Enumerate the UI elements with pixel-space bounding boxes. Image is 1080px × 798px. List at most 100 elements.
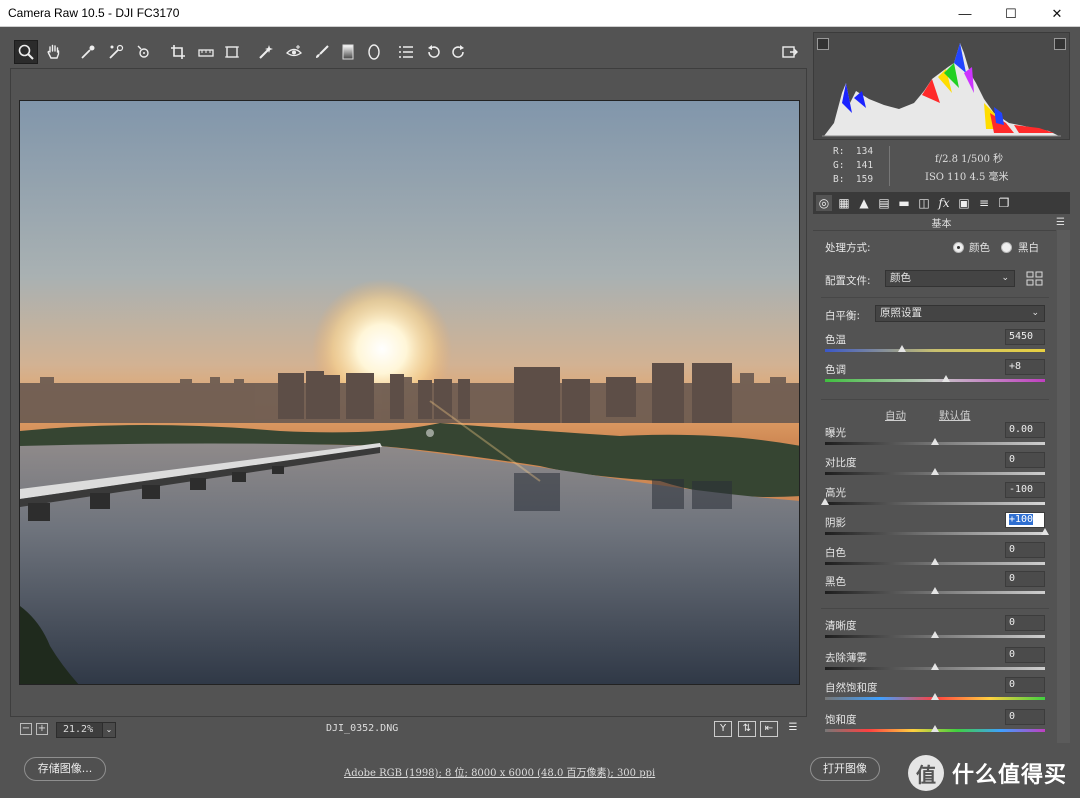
- slider-track[interactable]: [825, 349, 1045, 352]
- slider-thumb[interactable]: [931, 558, 939, 565]
- hand-tool-icon[interactable]: [42, 40, 66, 64]
- slider-thumb[interactable]: [898, 345, 906, 352]
- slider-thumb[interactable]: [931, 693, 939, 700]
- filename-label: DJI_0352.DNG: [326, 723, 399, 734]
- rotate-ccw-icon[interactable]: [422, 40, 446, 64]
- slider-value: 0: [1009, 573, 1016, 584]
- before-after-y-button[interactable]: Y: [714, 721, 732, 737]
- auto-link[interactable]: 自动: [885, 408, 906, 423]
- slider-value-field[interactable]: 0: [1005, 615, 1045, 631]
- slider-thumb[interactable]: [931, 725, 939, 732]
- slider-track[interactable]: [825, 502, 1045, 505]
- open-image-button[interactable]: 打开图像: [810, 757, 880, 781]
- graduated-filter-icon[interactable]: [336, 40, 360, 64]
- slider-thumb[interactable]: [931, 438, 939, 445]
- slider-label: 黑色: [825, 576, 846, 588]
- slider-value: 0: [1009, 711, 1016, 722]
- spot-removal-icon[interactable]: [254, 40, 278, 64]
- panel-scrollbar[interactable]: [1057, 230, 1070, 743]
- slider-label: 自然饱和度: [825, 682, 878, 694]
- watermark-brand: 值 什么值得买: [908, 753, 1078, 793]
- image-preview-area: [10, 68, 807, 717]
- profile-browser-icon[interactable]: [1025, 269, 1045, 289]
- slider-thumb[interactable]: [942, 375, 950, 382]
- basic-panel: 处理方式: 颜色 黑白 配置文件: 颜色 ⌄ 白平衡: 原照设置 ⌄ 色温 5450 色…: [813, 230, 1056, 743]
- slider-thumb[interactable]: [931, 631, 939, 638]
- preferences-icon[interactable]: [394, 40, 418, 64]
- slider-thumb[interactable]: [821, 498, 829, 505]
- tab-calibration-icon[interactable]: ▣: [956, 195, 972, 211]
- image-footer-bar: − + 21.2% ⌄ DJI_0352.DNG Y ⇅ ⇤ ☰: [10, 717, 807, 743]
- slider-thumb[interactable]: [931, 587, 939, 594]
- slider-value: 0: [1009, 649, 1016, 660]
- crop-tool-icon[interactable]: [166, 40, 190, 64]
- tab-lens-icon[interactable]: ◫: [916, 195, 932, 211]
- treatment-bw-label: 黑白: [1018, 242, 1039, 254]
- color-sampler-icon[interactable]: [104, 40, 128, 64]
- slider-value: 5450: [1009, 331, 1034, 342]
- transform-tool-icon[interactable]: [220, 40, 244, 64]
- save-image-button[interactable]: 存储图像...: [24, 757, 106, 781]
- profile-dropdown[interactable]: 颜色 ⌄: [885, 270, 1015, 287]
- slider-value: +100: [1009, 514, 1034, 525]
- slider-value-field[interactable]: 0: [1005, 571, 1045, 587]
- panel-menu-icon[interactable]: ☰: [1056, 217, 1065, 228]
- tab-effects-icon[interactable]: fx: [936, 195, 952, 211]
- slider-value: 0.00: [1009, 424, 1034, 435]
- slider-label: 去除薄雾: [825, 652, 867, 664]
- treatment-color-radio[interactable]: [953, 242, 964, 253]
- chevron-down-icon: ⌄: [1031, 308, 1039, 318]
- copy-settings-icon[interactable]: ⇤: [760, 721, 778, 737]
- histogram: [813, 32, 1070, 140]
- preview-preferences-icon[interactable]: ☰: [784, 721, 802, 737]
- targeted-adjustment-icon[interactable]: [132, 40, 156, 64]
- photo-preview[interactable]: [19, 100, 800, 685]
- minimize-button[interactable]: —: [942, 0, 988, 27]
- tab-presets-icon[interactable]: ≡: [976, 195, 992, 211]
- slider-value-field[interactable]: -100: [1005, 482, 1045, 498]
- slider-label: 清晰度: [825, 620, 857, 632]
- fullscreen-toggle-icon[interactable]: [778, 40, 802, 64]
- zoom-dropdown-icon[interactable]: ⌄: [102, 722, 116, 738]
- white-balance-icon[interactable]: [76, 40, 100, 64]
- red-eye-icon[interactable]: [282, 40, 306, 64]
- slider-label: 白色: [825, 547, 846, 559]
- tab-snapshots-icon[interactable]: ❐: [996, 195, 1012, 211]
- zoom-in-button[interactable]: +: [36, 723, 48, 735]
- slider-value-field[interactable]: 5450: [1005, 329, 1045, 345]
- slider-value-field[interactable]: 0: [1005, 452, 1045, 468]
- slider-value-field[interactable]: 0: [1005, 647, 1045, 663]
- swap-settings-icon[interactable]: ⇅: [738, 721, 756, 737]
- straighten-tool-icon[interactable]: [194, 40, 218, 64]
- radial-filter-icon[interactable]: [362, 40, 386, 64]
- slider-thumb[interactable]: [1041, 528, 1049, 535]
- slider-thumb[interactable]: [931, 468, 939, 475]
- slider-value-field[interactable]: +100: [1005, 512, 1045, 528]
- slider-track[interactable]: [825, 532, 1045, 535]
- slider-value-field[interactable]: 0: [1005, 677, 1045, 693]
- zoom-tool-icon[interactable]: [14, 40, 38, 64]
- tab-hsl-icon[interactable]: ▤: [876, 195, 892, 211]
- rotate-cw-icon[interactable]: [446, 40, 470, 64]
- wb-dropdown[interactable]: 原照设置 ⌄: [875, 305, 1045, 322]
- slider-value-field[interactable]: 0: [1005, 709, 1045, 725]
- treatment-bw-radio[interactable]: [1001, 242, 1012, 253]
- workflow-options-link[interactable]: Adobe RGB (1998); 8 位; 8000 x 6000 (48.0…: [344, 764, 655, 779]
- tab-split-toning-icon[interactable]: ▬: [896, 195, 912, 211]
- zoom-out-button[interactable]: −: [20, 723, 32, 735]
- profile-value: 颜色: [890, 272, 911, 284]
- tab-basic-icon[interactable]: ◎: [816, 195, 832, 211]
- slider-value-field[interactable]: 0: [1005, 542, 1045, 558]
- slider-value-field[interactable]: +8: [1005, 359, 1045, 375]
- slider-value-field[interactable]: 0.00: [1005, 422, 1045, 438]
- adjustment-brush-icon[interactable]: [310, 40, 334, 64]
- slider-track[interactable]: [825, 379, 1045, 382]
- slider-thumb[interactable]: [931, 663, 939, 670]
- default-link[interactable]: 默认值: [939, 408, 971, 423]
- readout-divider: [889, 146, 890, 186]
- close-button[interactable]: ✕: [1034, 0, 1080, 27]
- tab-detail-icon[interactable]: ▲: [856, 195, 872, 211]
- tab-tone-curve-icon[interactable]: ▦: [836, 195, 852, 211]
- g-label: G:: [833, 160, 845, 171]
- maximize-button[interactable]: ☐: [988, 0, 1034, 27]
